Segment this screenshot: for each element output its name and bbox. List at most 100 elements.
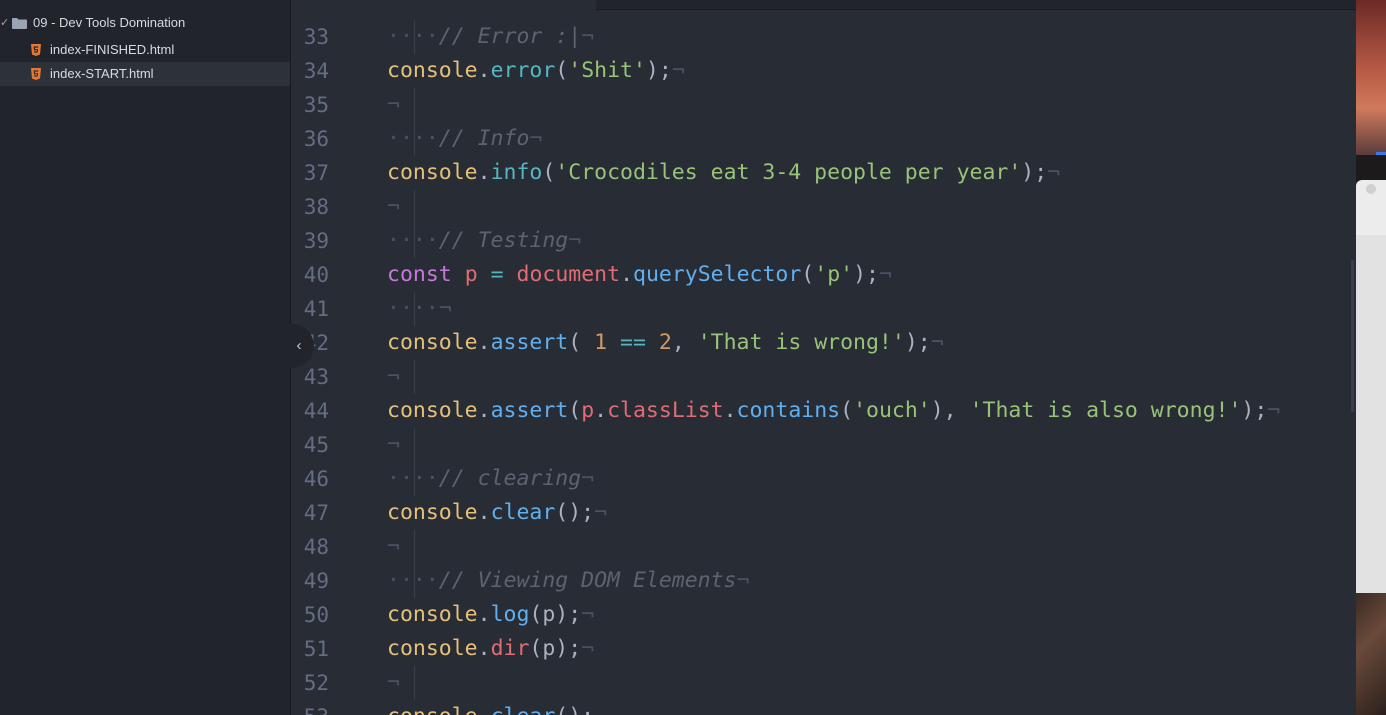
code-token: (); [555, 500, 595, 525]
code-token: ( [801, 262, 815, 287]
code-line[interactable]: 37 console.info('Crocodiles eat 3-4 peopl… [291, 156, 1356, 190]
line-number[interactable]: 35 [291, 88, 329, 122]
code-token: console [387, 704, 478, 715]
code-token: p [464, 262, 478, 287]
window-button[interactable] [1366, 184, 1376, 194]
indent-guide [414, 360, 415, 394]
code-token: clear [490, 500, 556, 525]
code-token: 'p' [814, 262, 854, 287]
code-token: ), [930, 398, 970, 423]
line-number[interactable]: 46 [291, 462, 329, 496]
code-text[interactable]: console.clear(); [387, 700, 594, 715]
tree-folder[interactable]: ✓ 09 - Dev Tools Domination [0, 11, 290, 35]
code-token: ¬ [387, 534, 400, 559]
code-line[interactable]: 35 ¬ [291, 88, 1356, 122]
chevron-down-icon[interactable]: ✓ [0, 11, 9, 35]
code-text[interactable]: ····// Testing¬ [387, 224, 581, 258]
code-line[interactable]: 46 ····// clearing¬ [291, 462, 1356, 496]
code-text[interactable]: ····// Viewing DOM Elements¬ [387, 564, 749, 598]
code-text[interactable]: ····¬ [387, 292, 452, 326]
code-text[interactable]: ¬ [387, 190, 400, 224]
code-token: console [387, 398, 478, 423]
code-line[interactable]: 33 ····// Error :|¬ [291, 20, 1356, 54]
code-line[interactable]: 48 ¬ [291, 530, 1356, 564]
code-line[interactable]: 42 console.assert( 1 == 2, 'That is wrong… [291, 326, 1356, 360]
line-number[interactable]: 48 [291, 530, 329, 564]
code-line[interactable]: 43 ¬ [291, 360, 1356, 394]
line-number[interactable]: 51 [291, 632, 329, 666]
desktop-background [1356, 593, 1386, 715]
line-number[interactable]: 44 [291, 394, 329, 428]
code-line[interactable]: 50 console.log(p);¬ [291, 598, 1356, 632]
code-text[interactable]: ····// clearing¬ [387, 462, 594, 496]
tree-file-index-finished[interactable]: index-FINISHED.html [0, 38, 290, 62]
code-text[interactable]: console.info('Crocodiles eat 3-4 people … [387, 156, 1060, 190]
line-number[interactable]: 45 [291, 428, 329, 462]
line-number[interactable]: 53 [291, 700, 329, 715]
code-token: ¬ [529, 126, 543, 151]
code-token: . [723, 398, 737, 423]
line-number[interactable]: 49 [291, 564, 329, 598]
line-number[interactable]: 40 [291, 258, 329, 292]
tree-file-index-start[interactable]: index-START.html [0, 62, 290, 86]
line-number[interactable]: 36 [291, 122, 329, 156]
code-line[interactable]: 47 console.clear();¬ [291, 496, 1356, 530]
code-text[interactable]: ¬ [387, 428, 400, 462]
code-token: document [516, 262, 621, 287]
line-number[interactable]: 52 [291, 666, 329, 700]
code-line[interactable]: 49 ····// Viewing DOM Elements¬ [291, 564, 1356, 598]
vertical-scrollbar[interactable] [1351, 260, 1354, 412]
folder-label: 09 - Dev Tools Domination [33, 15, 186, 30]
code-text[interactable]: const p = document.querySelector('p');¬ [387, 258, 892, 292]
code-token: ¬ [387, 432, 400, 457]
line-number[interactable]: 50 [291, 598, 329, 632]
tab-bar-empty-area[interactable] [596, 0, 1356, 10]
code-token: ···· [387, 568, 439, 593]
code-editor[interactable]: 33 ····// Error :|¬ 34 console.error('Shit'… [291, 0, 1356, 715]
code-text[interactable]: ····// Info¬ [387, 122, 542, 156]
code-text[interactable]: console.error('Shit');¬ [387, 54, 685, 88]
folder-icon [12, 18, 27, 29]
line-number[interactable]: 38 [291, 190, 329, 224]
code-text[interactable]: ····// Error :|¬ [387, 20, 594, 54]
line-number[interactable]: 34 [291, 54, 329, 88]
code-token: console [387, 58, 478, 83]
line-number[interactable]: 41 [291, 292, 329, 326]
code-line[interactable]: 45 ¬ [291, 428, 1356, 462]
code-token: ¬ [930, 330, 944, 355]
code-token: ¬ [594, 500, 608, 525]
line-number[interactable]: 33 [291, 20, 329, 54]
code-line[interactable]: 39 ····// Testing¬ [291, 224, 1356, 258]
code-text[interactable]: ¬ [387, 666, 400, 700]
code-line[interactable]: 53 console.clear(); [291, 700, 1356, 715]
code-text[interactable]: console.clear();¬ [387, 496, 607, 530]
code-text[interactable]: console.assert( 1 == 2, 'That is wrong!'… [387, 326, 944, 360]
code-token: ¬ [581, 636, 595, 661]
code-line[interactable]: 40 const p = document.querySelector('p');… [291, 258, 1356, 292]
code-line[interactable]: 36 ····// Info¬ [291, 122, 1356, 156]
code-line[interactable]: 41 ····¬ [291, 292, 1356, 326]
code-token: . [477, 330, 491, 355]
code-text[interactable]: ¬ [387, 88, 400, 122]
code-token: . [477, 160, 491, 185]
code-line[interactable]: 34 console.error('Shit');¬ [291, 54, 1356, 88]
line-number[interactable]: 47 [291, 496, 329, 530]
code-line[interactable]: 51 console.dir(p);¬ [291, 632, 1356, 666]
code-token: . [477, 398, 491, 423]
code-text[interactable]: ¬ [387, 360, 400, 394]
code-text[interactable]: console.assert(p.classList.contains('ouc… [387, 394, 1280, 428]
line-number[interactable]: 37 [291, 156, 329, 190]
code-line[interactable]: 38 ¬ [291, 190, 1356, 224]
accent-bar [1376, 152, 1386, 155]
code-token: ¬ [1047, 160, 1061, 185]
code-text[interactable]: console.log(p);¬ [387, 598, 594, 632]
code-line[interactable]: 44 console.assert(p.classList.contains('o… [291, 394, 1356, 428]
code-line[interactable]: 52 ¬ [291, 666, 1356, 700]
code-token: ···· [387, 466, 439, 491]
code-text[interactable]: ¬ [387, 530, 400, 564]
code-text[interactable]: console.dir(p);¬ [387, 632, 594, 666]
code-token: . [478, 704, 491, 715]
line-number[interactable]: 39 [291, 224, 329, 258]
